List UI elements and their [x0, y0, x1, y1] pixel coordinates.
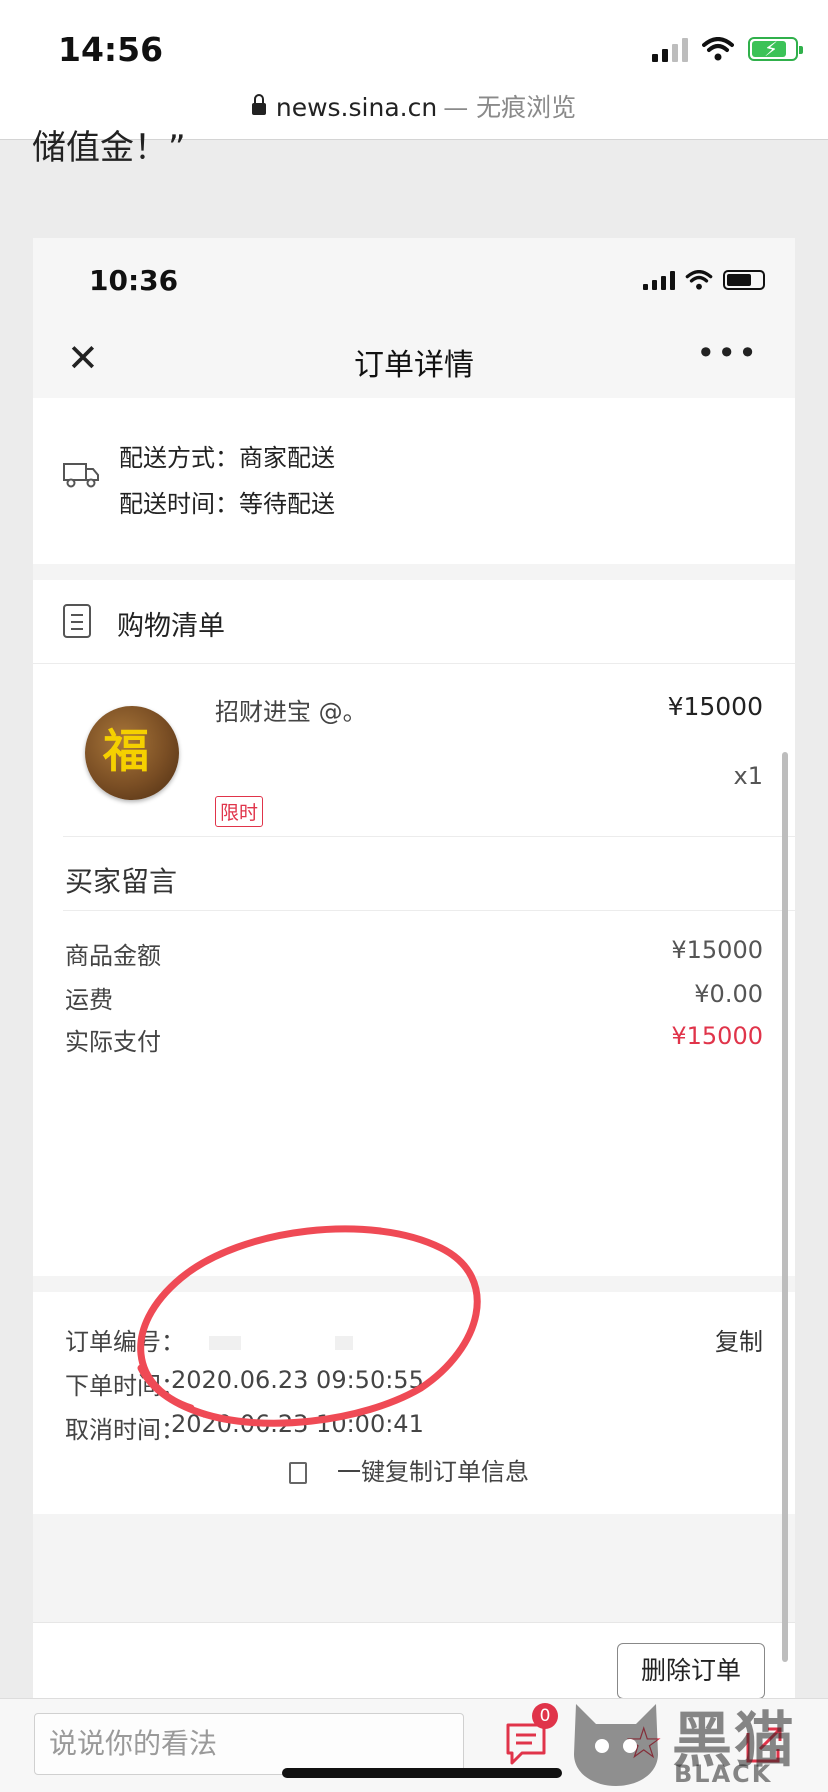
buyer-message-label: 买家留言	[65, 865, 178, 898]
divider	[63, 836, 795, 837]
order-item-card: 福 招财进宝 @。 ¥15000 x1 限时 买家留言 商品金额 ¥15000 …	[33, 664, 795, 1276]
order-nav-bar: ✕ 订单详情 •••	[33, 318, 795, 398]
paid-value: ¥15000	[671, 1022, 763, 1050]
battery-icon	[723, 270, 765, 290]
red-circle-annotation	[137, 1225, 481, 1427]
shipping-value: ¥0.00	[694, 980, 763, 1008]
wifi-icon	[702, 37, 734, 61]
cellular-signal-icon	[643, 270, 675, 290]
copy-order-number-button[interactable]: 复制	[715, 1322, 763, 1357]
screenshot-status-icons	[643, 270, 765, 290]
copy-icon	[289, 1462, 307, 1484]
limited-time-badge: 限时	[215, 796, 264, 827]
url-domain: news.sina.cn	[275, 93, 438, 122]
bottom-action-bar: 删除订单	[33, 1622, 795, 1698]
watermark-en: BLACK CAT	[674, 1760, 773, 1792]
product-name[interactable]: 招财进宝 @。	[215, 692, 367, 727]
list-icon	[63, 604, 91, 638]
shopping-list-header: 购物清单	[33, 580, 795, 664]
screenshot-status-bar: 10:36	[33, 238, 795, 318]
os-status-bar: 14:56 ⚡	[0, 0, 828, 88]
product-image[interactable]: 福	[85, 706, 179, 800]
battery-charging-icon: ⚡	[748, 37, 803, 61]
black-cat-watermark: 黑猫 BLACK CAT	[566, 1690, 828, 1792]
cat-logo-icon	[574, 1704, 658, 1786]
copy-order-info-button[interactable]: 一键复制订单信息	[289, 1452, 529, 1487]
comment-input[interactable]: 说说你的看法	[34, 1713, 464, 1775]
delivery-method-value: 商家配送	[239, 444, 335, 472]
delivery-card: 配送方式：商家配送 配送时间：等待配送	[33, 398, 795, 564]
paid-label: 实际支付	[65, 1028, 161, 1056]
divider	[63, 910, 795, 911]
comment-count-badge: 0	[532, 1703, 558, 1729]
screenshot-time: 10:36	[89, 264, 179, 297]
delivery-time: 配送时间：等待配送	[119, 484, 335, 519]
home-indicator[interactable]	[282, 1768, 562, 1778]
copy-order-info-label: 一键复制订单信息	[337, 1458, 529, 1486]
subtotal-value: ¥15000	[671, 936, 763, 964]
truck-icon	[63, 463, 99, 488]
delivery-method-label: 配送方式：	[119, 444, 239, 472]
subtotal-label: 商品金额	[65, 942, 161, 970]
delivery-time-label: 配送时间：	[119, 490, 239, 518]
page-title: 订单详情	[354, 348, 474, 383]
product-price: ¥15000	[667, 692, 763, 721]
shipping-label: 运费	[65, 986, 113, 1014]
product-quantity: x1	[733, 762, 763, 790]
embedded-screenshot: 10:36 ✕ 订单详情 ••• 配送方式：商家配送 配送时间：等待配送 购物清…	[33, 238, 795, 1698]
shopping-list-title: 购物清单	[117, 611, 225, 642]
scrollbar[interactable]	[782, 752, 788, 1662]
cellular-signal-icon	[652, 36, 688, 62]
os-status-icons: ⚡	[652, 36, 803, 62]
delivery-method: 配送方式：商家配送	[119, 438, 335, 473]
lock-icon	[251, 94, 266, 115]
article-text-fragment: 储值金！”	[32, 128, 186, 168]
delivery-time-value: 等待配送	[239, 490, 335, 518]
wifi-icon	[685, 270, 713, 290]
private-mode-label: — 无痕浏览	[443, 93, 577, 122]
product-image-text: 福	[103, 724, 149, 778]
os-time: 14:56	[58, 30, 164, 69]
more-icon[interactable]: •••	[696, 334, 759, 372]
